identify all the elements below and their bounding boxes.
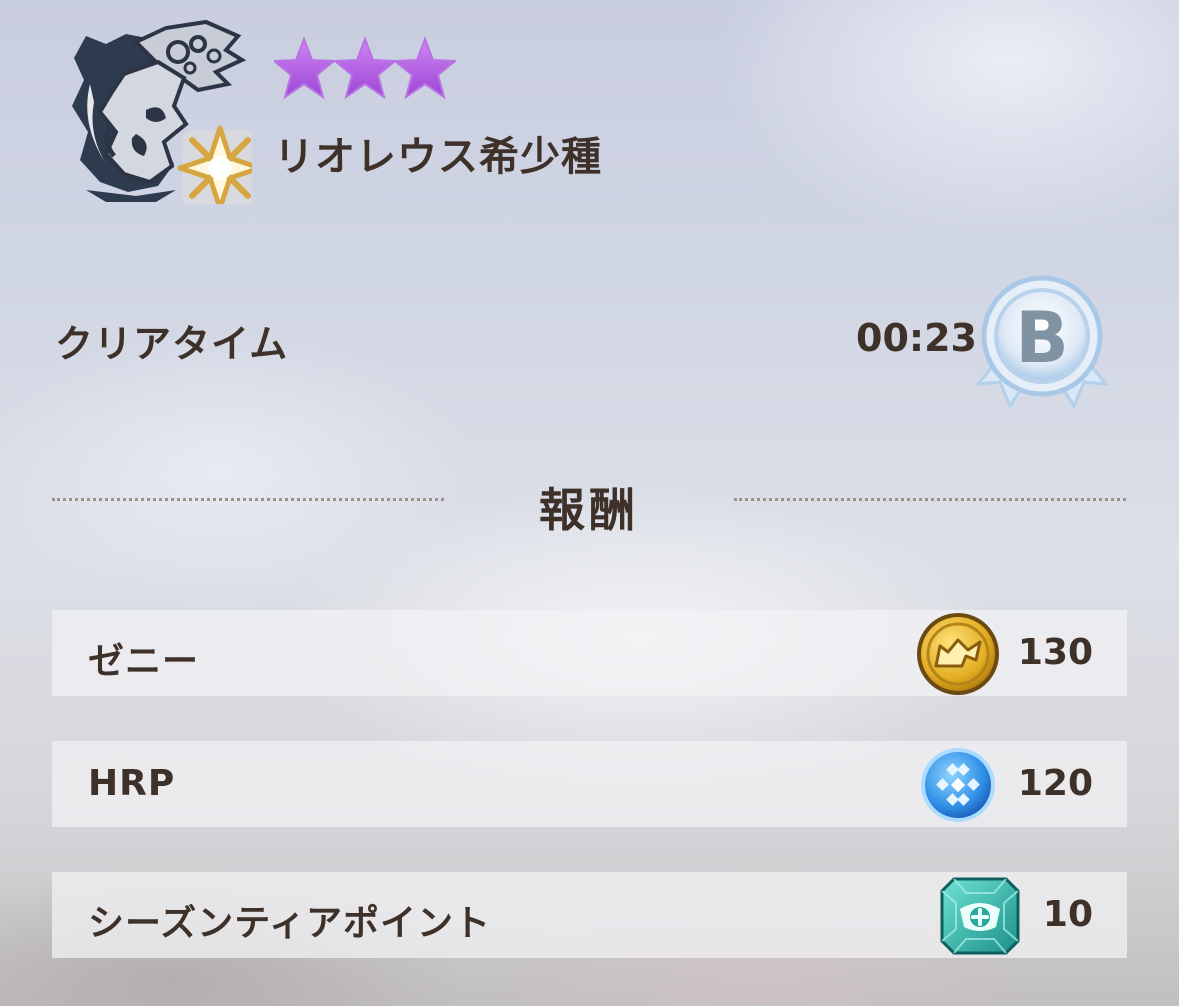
divider-right (734, 498, 1126, 501)
zenny-coin-icon (917, 613, 999, 695)
rank-letter: B (1015, 297, 1068, 379)
reward-value: 120 (1017, 763, 1093, 804)
reward-value: 130 (1017, 632, 1093, 673)
star-rating (274, 36, 456, 100)
reward-row-hrp: HRP 120 (52, 741, 1127, 827)
reward-row-zenny: ゼニー 130 (52, 610, 1127, 696)
season-tier-gem-icon (940, 877, 1020, 955)
rathalos-silver-icon (72, 19, 252, 204)
hrp-orb-icon (921, 748, 995, 822)
star-icon (274, 36, 337, 100)
reward-value: 10 (1042, 894, 1093, 935)
monster-name: リオレウス希少種 (274, 134, 602, 180)
reward-label: シーズンティアポイント (88, 903, 492, 944)
clear-time-value: 00:23 (856, 316, 977, 360)
divider-left (52, 498, 444, 501)
sparkle-badge-icon (177, 125, 252, 204)
reward-label: HRP (88, 763, 176, 804)
rewards-heading: 報酬 (539, 483, 639, 537)
rank-medal-icon: B (974, 275, 1110, 410)
reward-row-season-tier: シーズンティアポイント 10 (52, 872, 1127, 958)
star-icon (392, 36, 456, 100)
clear-time-label: クリアタイム (55, 322, 289, 366)
reward-label: ゼニー (88, 641, 200, 682)
star-icon (332, 36, 398, 100)
